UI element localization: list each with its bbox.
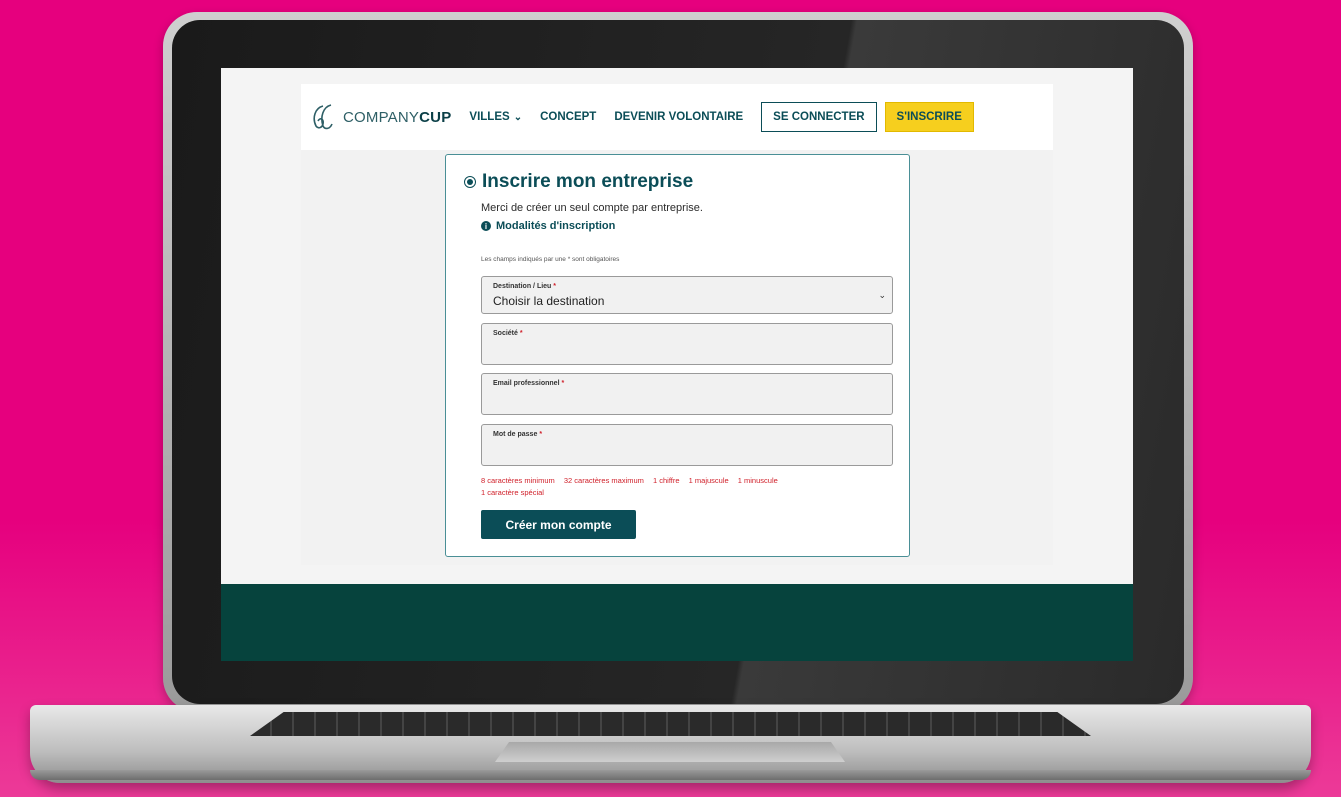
email-field[interactable]: Email professionnel * — [481, 373, 893, 415]
site-footer — [221, 584, 1133, 661]
form-title: Inscrire mon entreprise — [464, 171, 693, 193]
site-header: COMPANYCUP VILLES ⌄ CONCEPT DEVENIR VOLO… — [301, 84, 1053, 150]
modalites-link[interactable]: i Modalités d'inscription — [481, 220, 615, 232]
nav-devenir-volontaire[interactable]: DEVENIR VOLONTAIRE — [614, 111, 743, 123]
form-title-text: Inscrire mon entreprise — [482, 171, 694, 192]
laptop-keyboard — [250, 712, 1091, 736]
logo-text-bold: CUP — [419, 108, 452, 126]
password-rule: 1 majuscule — [688, 476, 729, 485]
nav-concept-label: CONCEPT — [540, 111, 597, 123]
password-rule: 1 minuscule — [737, 476, 778, 485]
societe-label: Société * — [493, 330, 523, 337]
signup-form-card: Inscrire mon entreprise Merci de créer u… — [445, 154, 910, 557]
password-rules: 8 caractères minimum 32 caractères maxim… — [481, 475, 881, 499]
required-fields-note: Les champs indiqués par une * sont oblig… — [481, 256, 620, 263]
nav-volontaire-label: DEVENIR VOLONTAIRE — [614, 111, 744, 123]
destination-value: Choisir la destination — [493, 294, 605, 308]
destination-label-text: Destination / Lieu — [493, 283, 552, 290]
required-mark: * — [539, 431, 543, 438]
nav-villes[interactable]: VILLES ⌄ — [469, 111, 522, 123]
form-intro-text: Merci de créer un seul compte par entrep… — [481, 202, 703, 214]
logo-text-light: COMPANY — [343, 108, 420, 126]
login-button[interactable]: SE CONNECTER — [761, 102, 877, 132]
required-mark: * — [519, 330, 523, 337]
societe-field[interactable]: Société * — [481, 323, 893, 365]
modalites-label: Modalités d'inscription — [496, 220, 616, 232]
laptop-screen: COMPANYCUP VILLES ⌄ CONCEPT DEVENIR VOLO… — [221, 68, 1133, 661]
required-mark: * — [561, 380, 565, 387]
destination-label: Destination / Lieu * — [493, 283, 556, 290]
email-label-text: Email professionnel — [493, 380, 560, 387]
nav-villes-label: VILLES — [469, 111, 510, 123]
radio-selected-icon — [464, 176, 476, 188]
password-field[interactable]: Mot de passe * — [481, 424, 893, 466]
nav-concept[interactable]: CONCEPT — [540, 111, 596, 123]
societe-label-text: Société — [493, 330, 518, 337]
create-account-button[interactable]: Créer mon compte — [481, 510, 636, 539]
email-label: Email professionnel * — [493, 380, 564, 387]
company-cup-logo[interactable]: COMPANYCUP — [309, 102, 451, 132]
password-label-text: Mot de passe — [493, 431, 538, 438]
logo-mark-icon — [313, 104, 333, 130]
laptop-trackpad — [495, 742, 845, 762]
destination-select[interactable]: Destination / Lieu * Choisir la destinat… — [481, 276, 893, 314]
password-rule: 1 caractère spécial — [481, 488, 544, 497]
laptop-base-lip — [30, 770, 1311, 780]
password-rule: 8 caractères minimum — [481, 476, 555, 485]
password-rule: 32 caractères maximum — [563, 476, 644, 485]
password-label: Mot de passe * — [493, 431, 542, 438]
register-button[interactable]: S'INSCRIRE — [884, 102, 974, 132]
logo-wordmark: COMPANYCUP — [343, 109, 451, 126]
required-mark: * — [553, 283, 557, 290]
password-rule: 1 chiffre — [653, 476, 680, 485]
chevron-down-icon: ⌄ — [878, 290, 886, 300]
chevron-down-icon: ⌄ — [513, 111, 523, 123]
info-icon: i — [481, 221, 491, 231]
